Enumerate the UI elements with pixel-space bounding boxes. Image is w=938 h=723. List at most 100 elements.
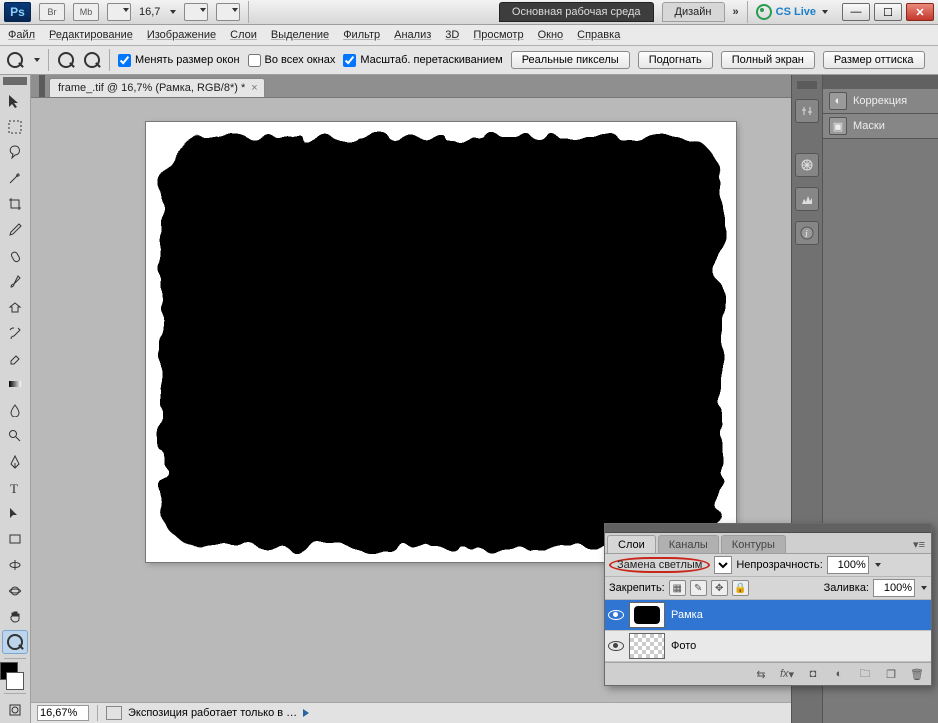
lock-pixels-icon[interactable]: ✎ (690, 580, 707, 596)
menu-select[interactable]: Выделение (271, 29, 329, 41)
actual-pixels-button[interactable]: Реальные пикселы (511, 51, 630, 69)
tool-healing[interactable] (2, 244, 28, 268)
layer-name[interactable]: Рамка (671, 609, 703, 621)
close-button[interactable]: ✕ (906, 3, 934, 21)
tool-eyedropper[interactable] (2, 218, 28, 242)
menu-view[interactable]: Просмотр (473, 29, 523, 41)
extras-menu[interactable] (216, 3, 240, 21)
layer-row[interactable]: Рамка (605, 600, 931, 631)
tool-path-select[interactable] (2, 501, 28, 525)
bridge-badge[interactable]: Br (39, 3, 65, 21)
tool-crop[interactable] (2, 192, 28, 216)
lock-all-icon[interactable]: 🔒 (732, 580, 749, 596)
maximize-button[interactable]: ☐ (874, 3, 902, 21)
current-tool-icon[interactable] (6, 51, 24, 69)
tool-3d-orbit[interactable] (2, 579, 28, 603)
zoom-out-button[interactable] (83, 51, 101, 69)
tool-blur[interactable] (2, 398, 28, 422)
menu-window[interactable]: Окно (538, 29, 564, 41)
menu-help[interactable]: Справка (577, 29, 620, 41)
layer-thumbnail[interactable] (629, 602, 665, 628)
layer-row[interactable]: Фото (605, 631, 931, 662)
zoom-input[interactable] (37, 705, 89, 721)
delete-layer-icon[interactable]: 🗑 (909, 667, 925, 681)
layer-mask-icon[interactable]: ◘ (805, 667, 821, 681)
adjustment-layer-icon[interactable]: ◐ (831, 667, 847, 681)
menu-layer[interactable]: Слои (230, 29, 257, 41)
tool-history-brush[interactable] (2, 321, 28, 345)
tool-gradient[interactable] (2, 373, 28, 397)
minibridge-badge[interactable]: Mb (73, 3, 99, 21)
menu-analysis[interactable]: Анализ (394, 29, 431, 41)
layer-thumbnail[interactable] (629, 633, 665, 659)
document-canvas[interactable] (146, 122, 736, 562)
tool-marquee[interactable] (2, 115, 28, 139)
panel-drag-handle[interactable] (605, 524, 931, 533)
tool-pen[interactable] (2, 450, 28, 474)
menu-file[interactable]: Файл (8, 29, 35, 41)
all-windows-checkbox[interactable]: Во всех окнах (248, 54, 336, 67)
layers-panel[interactable]: Слои Каналы Контуры ▾≡ Замена светлым Не… (604, 523, 932, 686)
menu-edit[interactable]: Редактирование (49, 29, 133, 41)
panel-info-icon[interactable]: i (795, 221, 819, 245)
menu-image[interactable]: Изображение (147, 29, 216, 41)
tool-3d-rotate[interactable] (2, 553, 28, 577)
menu-filter[interactable]: Фильтр (343, 29, 380, 41)
panel-histogram-icon[interactable] (795, 187, 819, 211)
chevron-right-icon[interactable] (875, 563, 881, 567)
tool-clone[interactable] (2, 295, 28, 319)
visibility-toggle[interactable] (609, 639, 623, 653)
tab-paths[interactable]: Контуры (721, 535, 786, 553)
minimize-button[interactable]: — (842, 3, 870, 21)
tool-move[interactable] (2, 89, 28, 113)
title-zoom-value[interactable]: 16,7 (139, 6, 160, 18)
panel-adjustments-icon[interactable] (795, 99, 819, 123)
screen-mode-menu[interactable] (184, 3, 208, 21)
fill-input[interactable] (873, 579, 915, 597)
tool-brush[interactable] (2, 269, 28, 293)
lock-transparency-icon[interactable]: ▦ (669, 580, 686, 596)
doc-dims-icon[interactable] (106, 706, 122, 720)
full-screen-button[interactable]: Полный экран (721, 51, 815, 69)
lock-position-icon[interactable]: ✥ (711, 580, 728, 596)
tool-hand[interactable] (2, 605, 28, 629)
panel-wheel-icon[interactable] (795, 153, 819, 177)
bg-color[interactable] (6, 672, 24, 690)
close-tab-icon[interactable]: × (251, 82, 257, 94)
panel-masks[interactable]: ▣ Маски (823, 114, 938, 139)
link-layers-icon[interactable]: ⇆ (753, 667, 769, 681)
opacity-input[interactable] (827, 556, 869, 574)
print-size-button[interactable]: Размер оттиска (823, 51, 925, 69)
menu-3d[interactable]: 3D (445, 29, 459, 41)
tool-lasso[interactable] (2, 140, 28, 164)
layer-name[interactable]: Фото (671, 640, 696, 652)
workspace-design-tab[interactable]: Дизайн (662, 2, 725, 22)
tool-zoom[interactable] (2, 630, 28, 654)
chevron-right-icon[interactable] (921, 586, 927, 590)
quickmask-toggle[interactable] (2, 698, 28, 722)
fit-screen-button[interactable]: Подогнать (638, 51, 713, 69)
layer-fx-icon[interactable]: fx▾ (779, 667, 795, 681)
tool-type[interactable]: T (2, 476, 28, 500)
layer-group-icon[interactable]: 🗀 (857, 667, 873, 681)
visibility-toggle[interactable] (609, 608, 623, 622)
zoom-in-button[interactable] (57, 51, 75, 69)
panel-corrections[interactable]: ◐ Коррекция (823, 89, 938, 114)
tool-shape[interactable] (2, 527, 28, 551)
more-workspaces[interactable]: » (733, 6, 739, 18)
tab-channels[interactable]: Каналы (658, 535, 719, 553)
cs-live-button[interactable]: CS Live (756, 4, 828, 20)
status-more-icon[interactable] (303, 709, 309, 717)
tab-layers[interactable]: Слои (607, 535, 656, 553)
scrubby-zoom-checkbox[interactable]: Масштаб. перетаскиванием (343, 54, 502, 67)
workspace-essentials-tab[interactable]: Основная рабочая среда (499, 2, 654, 22)
color-swatches[interactable] (3, 662, 27, 690)
arrange-docs-menu[interactable] (107, 3, 131, 21)
document-tab[interactable]: frame_.tif @ 16,7% (Рамка, RGB/8*) * × (49, 78, 265, 97)
new-layer-icon[interactable]: ❐ (883, 667, 899, 681)
tool-magic-wand[interactable] (2, 166, 28, 190)
panel-menu-icon[interactable]: ▾≡ (907, 536, 931, 553)
tool-dodge[interactable] (2, 424, 28, 448)
tool-eraser[interactable] (2, 347, 28, 371)
resize-windows-checkbox[interactable]: Менять размер окон (118, 54, 240, 67)
